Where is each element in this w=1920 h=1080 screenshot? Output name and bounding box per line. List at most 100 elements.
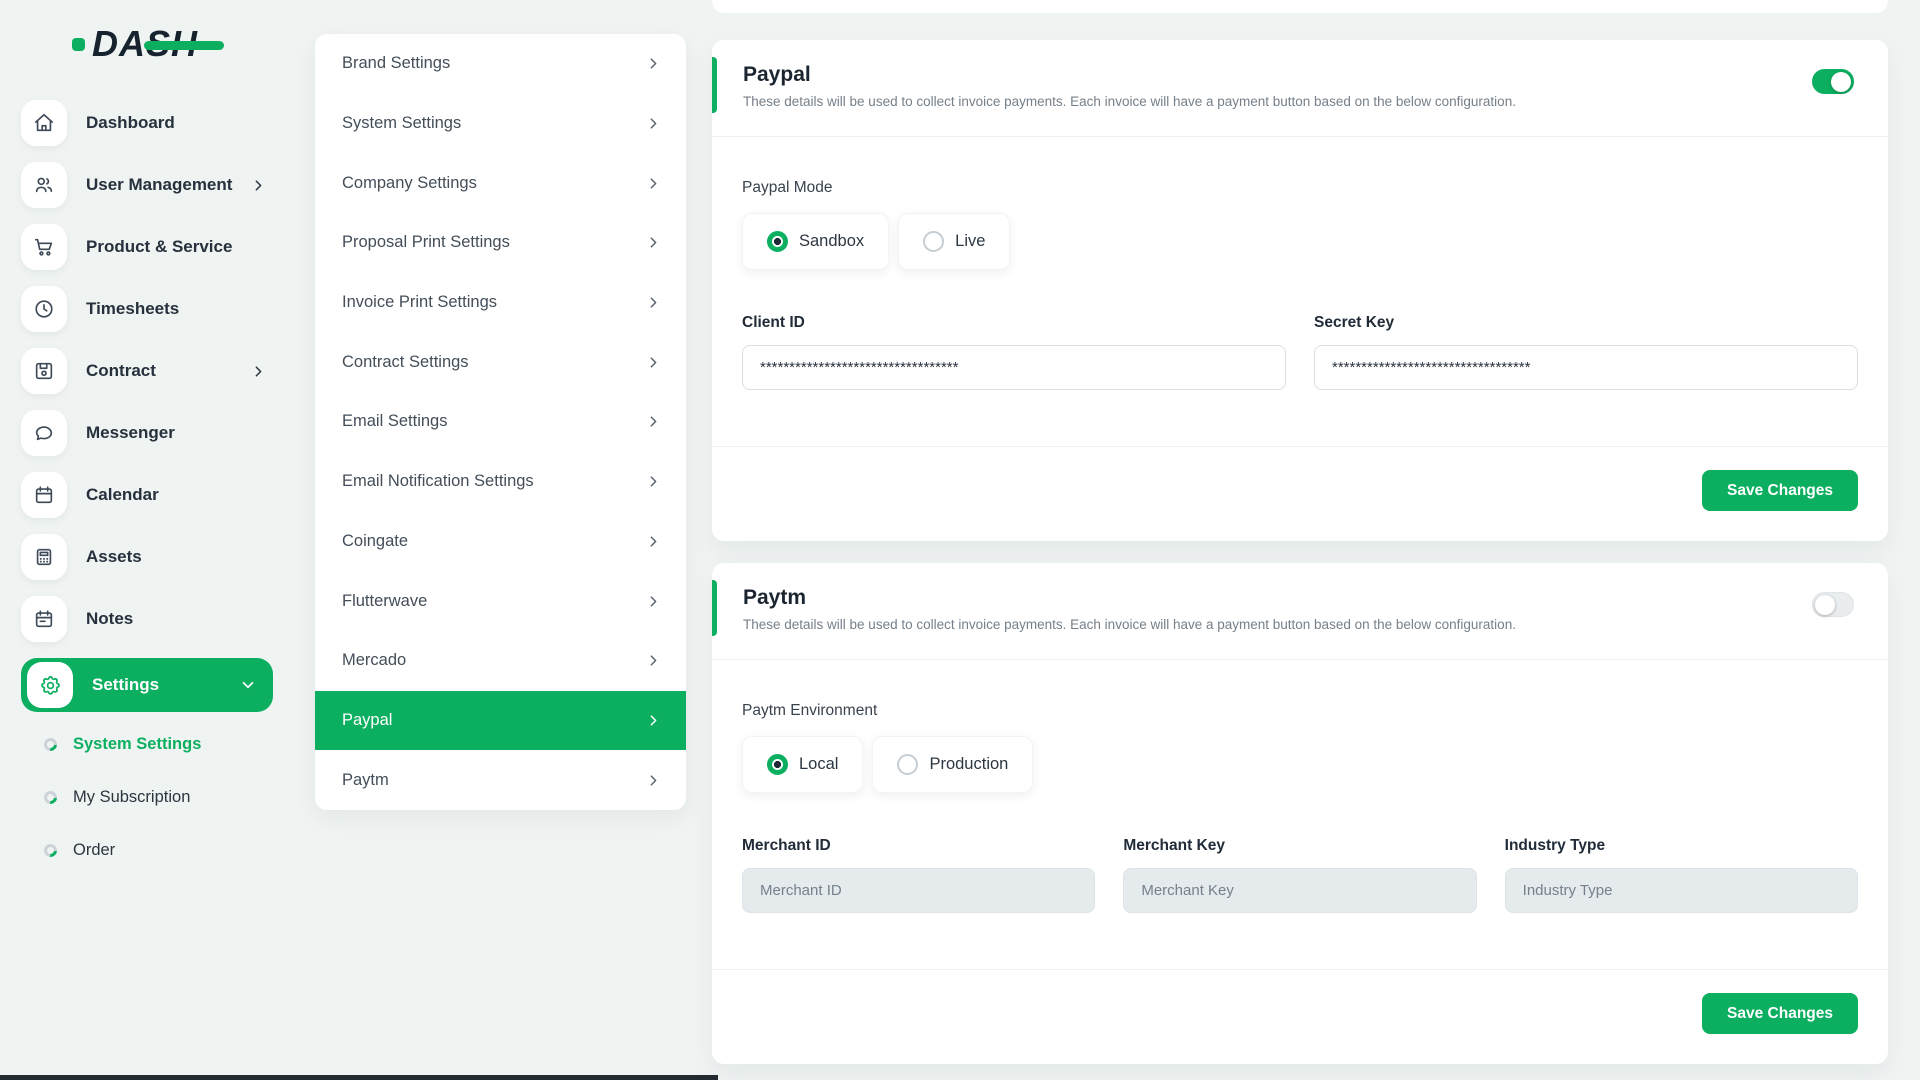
- window-bottom-edge: [0, 1075, 718, 1080]
- sidebar-subitem-label: My Subscription: [73, 788, 190, 807]
- settings-menu-item-label: Email Settings: [342, 412, 447, 431]
- sidebar-item-notes[interactable]: Notes: [21, 596, 267, 642]
- calendar-icon: [21, 472, 67, 518]
- paytm-card: Paytm These details will be used to coll…: [712, 563, 1888, 1064]
- paypal-mode-label: Paypal Mode: [742, 179, 1858, 197]
- settings-menu-item-label: Brand Settings: [342, 54, 450, 73]
- paytm-environment-option-production[interactable]: Production: [872, 736, 1033, 793]
- sidebar-item-dashboard[interactable]: Dashboard: [21, 100, 267, 146]
- client-id-input[interactable]: [742, 345, 1286, 390]
- settings-menu-item-label: Paytm: [342, 771, 389, 790]
- industry-type-input[interactable]: [1505, 868, 1858, 913]
- paypal-mode-option-sandbox[interactable]: Sandbox: [742, 213, 889, 270]
- settings-menu-item-brand-settings[interactable]: Brand Settings: [315, 34, 686, 94]
- settings-menu-item-company-settings[interactable]: Company Settings: [315, 153, 686, 213]
- sidebar-subitem-system-settings[interactable]: System Settings: [0, 718, 300, 771]
- paytm-environment-option-local[interactable]: Local: [742, 736, 863, 793]
- sidebar-item-settings[interactable]: Settings: [21, 658, 273, 712]
- dash-logo[interactable]: DASH: [72, 22, 198, 66]
- secret-key-input[interactable]: [1314, 345, 1858, 390]
- settings-menu-item-mercado[interactable]: Mercado: [315, 631, 686, 691]
- sidebar-item-user-management[interactable]: User Management: [21, 162, 267, 208]
- chevron-right-icon: [645, 772, 662, 789]
- settings-submenu-panel: Brand Settings System Settings Company Set…: [315, 34, 686, 810]
- chevron-right-icon: [645, 413, 662, 430]
- settings-menu-item-invoice-print-settings[interactable]: Invoice Print Settings: [315, 273, 686, 333]
- paytm-card-title: Paytm: [743, 586, 1855, 610]
- sidebar-item-product-service[interactable]: Product & Service: [21, 224, 267, 270]
- sidebar-item-label: Calendar: [86, 485, 159, 505]
- settings-menu-item-email-settings[interactable]: Email Settings: [315, 392, 686, 452]
- settings-menu-item-label: Invoice Print Settings: [342, 293, 497, 312]
- sidebar-item-timesheets[interactable]: Timesheets: [21, 286, 267, 332]
- paypal-card-title: Paypal: [743, 63, 1855, 87]
- chevron-right-icon: [645, 652, 662, 669]
- industry-type-field-group: Industry Type: [1505, 837, 1858, 913]
- paypal-save-button[interactable]: Save Changes: [1702, 470, 1858, 511]
- paytm-fields: Merchant ID Merchant Key Industry Type: [742, 837, 1858, 913]
- settings-menu-item-contract-settings[interactable]: Contract Settings: [315, 332, 686, 392]
- toggle-knob-icon: [1831, 72, 1851, 92]
- settings-menu-item-label: Company Settings: [342, 174, 477, 193]
- bullet-icon: [41, 841, 59, 859]
- paypal-card-description: These details will be used to collect in…: [743, 94, 1855, 109]
- paypal-mode-options: Sandbox Live: [742, 213, 1858, 270]
- secret-key-label: Secret Key: [1314, 314, 1858, 332]
- settings-menu-item-proposal-print-settings[interactable]: Proposal Print Settings: [315, 213, 686, 273]
- merchant-id-field-group: Merchant ID: [742, 837, 1095, 913]
- sidebar-item-label: Messenger: [86, 423, 175, 443]
- paytm-environment-label: Paytm Environment: [742, 702, 1858, 720]
- chevron-right-icon: [250, 363, 267, 380]
- sidebar-subitem-my-subscription[interactable]: My Subscription: [0, 771, 300, 824]
- chevron-right-icon: [645, 294, 662, 311]
- sidebar-subitem-order[interactable]: Order: [0, 824, 300, 877]
- merchant-id-input[interactable]: [742, 868, 1095, 913]
- contract-icon: [21, 348, 67, 394]
- sidebar-item-contract[interactable]: Contract: [21, 348, 267, 394]
- sidebar-item-messenger[interactable]: Messenger: [21, 410, 267, 456]
- users-icon: [21, 162, 67, 208]
- chevron-right-icon: [645, 354, 662, 371]
- secret-key-field-group: Secret Key: [1314, 314, 1858, 390]
- settings-menu-item-label: Paypal: [342, 711, 392, 730]
- sidebar-item-calendar[interactable]: Calendar: [21, 472, 267, 518]
- settings-sub-nav: System Settings My Subscription Order: [0, 718, 300, 877]
- settings-menu-item-label: Proposal Print Settings: [342, 233, 510, 252]
- settings-menu-item-system-settings[interactable]: System Settings: [315, 94, 686, 154]
- settings-menu-item-label: System Settings: [342, 114, 461, 133]
- chevron-right-icon: [645, 533, 662, 550]
- logo-dot-icon: [72, 38, 85, 51]
- radio-icon: [767, 231, 788, 252]
- chevron-right-icon: [645, 55, 662, 72]
- settings-menu-item-label: Contract Settings: [342, 353, 469, 372]
- chevron-right-icon: [645, 175, 662, 192]
- settings-menu-item-flutterwave[interactable]: Flutterwave: [315, 571, 686, 631]
- clock-icon: [21, 286, 67, 332]
- settings-menu-item-coingate[interactable]: Coingate: [315, 512, 686, 572]
- sidebar-item-label: Settings: [92, 675, 159, 695]
- bullet-icon: [41, 788, 59, 806]
- settings-menu-item-paypal[interactable]: Paypal: [315, 691, 686, 751]
- settings-menu-item-label: Mercado: [342, 651, 406, 670]
- sidebar-item-label: Assets: [86, 547, 142, 567]
- header-accent-bar: [712, 57, 717, 113]
- paytm-environment-options: Local Production: [742, 736, 1858, 793]
- chevron-right-icon: [645, 115, 662, 132]
- paypal-enabled-toggle[interactable]: [1812, 69, 1854, 94]
- sidebar-subitem-label: Order: [73, 841, 115, 860]
- settings-menu-item-email-notification-settings[interactable]: Email Notification Settings: [315, 452, 686, 512]
- industry-type-label: Industry Type: [1505, 837, 1858, 855]
- paytm-enabled-toggle[interactable]: [1812, 592, 1854, 617]
- paypal-mode-option-live[interactable]: Live: [898, 213, 1010, 270]
- chat-icon: [21, 410, 67, 456]
- toggle-knob-icon: [1815, 595, 1835, 615]
- paypal-card: Paypal These details will be used to col…: [712, 40, 1888, 541]
- settings-menu-item-paytm[interactable]: Paytm: [315, 750, 686, 810]
- chevron-right-icon: [645, 712, 662, 729]
- previous-card-edge: [712, 0, 1888, 13]
- chevron-right-icon: [645, 593, 662, 610]
- sidebar-item-assets[interactable]: Assets: [21, 534, 267, 580]
- paytm-save-button[interactable]: Save Changes: [1702, 993, 1858, 1034]
- merchant-key-input[interactable]: [1123, 868, 1476, 913]
- calculator-icon: [21, 534, 67, 580]
